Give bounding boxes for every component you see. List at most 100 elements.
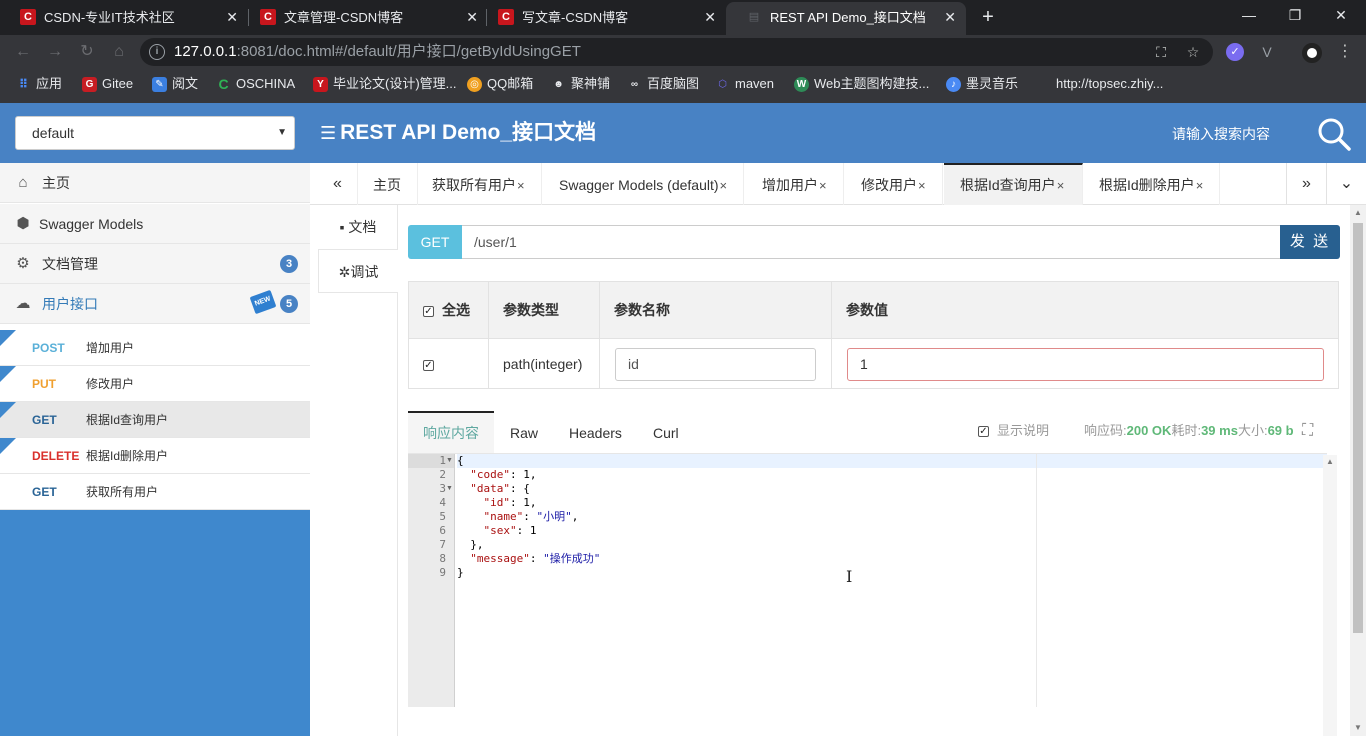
close-icon[interactable]: × [1057, 178, 1065, 193]
fold-arrow-icon[interactable]: ▼ [446, 457, 453, 464]
row-select[interactable]: ✓ [409, 339, 489, 389]
response-editor[interactable]: 1 ▼ 2 3 ▼ 4 5 6 7 8 9 { "code": 1, "data":… [408, 453, 1327, 707]
close-icon[interactable]: ✕ [466, 0, 478, 35]
new-badge-icon: NEW [249, 289, 277, 315]
tab-add-user[interactable]: 增加用户× [746, 163, 844, 205]
tab-curl[interactable]: Curl [638, 411, 694, 453]
menu-fold-icon[interactable]: ☰ [320, 103, 336, 163]
bookmark-label: Gitee [102, 76, 134, 91]
fold-arrow-icon[interactable]: ▼ [446, 485, 453, 492]
tab-list-users[interactable]: 获取所有用户× [416, 163, 542, 205]
new-tab-button[interactable]: + [976, 5, 1000, 29]
star-icon[interactable]: ☆ [1184, 43, 1202, 61]
checkbox-checked-icon[interactable]: ✓ [423, 359, 434, 371]
bookmark-web[interactable]: W Web主题图构建技... [794, 69, 929, 99]
select-all-header[interactable]: ✓ 全选 [409, 282, 489, 338]
close-icon[interactable]: ✕ [226, 0, 238, 35]
tab-update-user[interactable]: 修改用户× [845, 163, 943, 205]
api-item-list-users[interactable]: GET 获取所有用户 [0, 474, 310, 510]
tab-delete-user[interactable]: 根据Id删除用户× [1083, 163, 1221, 205]
browser-tab-active[interactable]: ▤ REST API Demo_接口文档 ✕ [726, 2, 966, 35]
tab-headers[interactable]: Headers [554, 411, 637, 453]
reload-icon[interactable]: ↻ [76, 41, 98, 63]
bookmark-music[interactable]: ♪ 墨灵音乐 [946, 69, 1018, 99]
request-url-input[interactable]: /user/1 [462, 225, 1282, 259]
tab-label: Swagger Models (default) [559, 177, 719, 193]
tab-doc[interactable]: ▪ 文档 [318, 205, 398, 249]
forward-icon[interactable]: → [44, 41, 66, 63]
show-desc-toggle[interactable]: ✓ 显示说明 [978, 411, 1049, 451]
param-name-input[interactable]: id [615, 348, 816, 381]
close-icon[interactable]: ✕ [944, 2, 956, 33]
url-field[interactable]: i 127.0.0.1:8081/doc.html#/default/用户接口/… [140, 38, 1213, 66]
tab-raw[interactable]: Raw [495, 411, 553, 453]
close-icon[interactable]: × [819, 178, 827, 193]
tabs-scroll-right-icon[interactable]: » [1286, 163, 1326, 205]
browser-tab-title: 写文章-CSDN博客 [522, 10, 629, 25]
search-input[interactable]: 请输入搜索内容 [1172, 103, 1270, 166]
editor-scrollbar[interactable]: ▲ [1323, 455, 1337, 736]
translate-icon[interactable]: ⛶ [1152, 43, 1170, 61]
page-scrollbar[interactable]: ▲ ▼ [1350, 205, 1366, 736]
bookmark-topsec[interactable]: http://topsec.zhiy... [1036, 69, 1163, 99]
tab-home[interactable]: 主页 [357, 163, 418, 205]
api-item-get-user-by-id[interactable]: GET 根据Id查询用户 [0, 402, 310, 438]
sidebar-item-home[interactable]: ⌂ 主页 [0, 163, 310, 203]
checkbox-checked-icon[interactable]: ✓ [423, 305, 434, 317]
tabs-menu-chevron-icon[interactable]: ⌄ [1326, 163, 1366, 205]
close-icon[interactable]: × [1196, 178, 1204, 193]
send-button[interactable]: 发 送 [1280, 225, 1340, 259]
tabs-scroll-left-icon[interactable]: « [318, 163, 358, 205]
bookmark-naotu[interactable]: ∞ 百度脑图 [627, 69, 699, 99]
close-icon[interactable]: × [720, 178, 728, 193]
api-item-add-user[interactable]: POST 增加用户 [0, 330, 310, 366]
bookmark-thesis[interactable]: Y 毕业论文(设计)管理... [313, 69, 457, 99]
home-icon[interactable]: ⌂ [108, 41, 130, 63]
browser-tab[interactable]: C CSDN-专业IT技术社区 ✕ [0, 0, 248, 35]
fullscreen-icon[interactable]: ⛶ [1302, 411, 1313, 451]
api-item-delete-user[interactable]: DELETE 根据Id删除用户 [0, 438, 310, 474]
sidebar-item-swagger-models[interactable]: ⬢ Swagger Models [0, 204, 310, 244]
tab-swagger-models[interactable]: Swagger Models (default)× [543, 163, 745, 205]
scroll-up-icon[interactable]: ▲ [1350, 205, 1366, 221]
bookmark-maven[interactable]: ⬡ maven [715, 69, 774, 99]
api-item-update-user[interactable]: PUT 修改用户 [0, 366, 310, 402]
bookmark-label: 聚神铺 [571, 76, 611, 91]
more-menu-icon[interactable]: ⋮ [1336, 43, 1354, 61]
bookmark-apps[interactable]: ⠿ 应用 [16, 69, 62, 99]
browser-tab[interactable]: C 写文章-CSDN博客 ✕ [478, 0, 726, 35]
profile-avatar[interactable] [1302, 43, 1322, 63]
info-icon[interactable]: i [149, 44, 165, 60]
scrollbar-thumb[interactable] [1353, 223, 1363, 633]
close-icon[interactable]: × [918, 178, 926, 193]
tab-label: 根据Id删除用户 [1099, 177, 1195, 193]
close-window-icon[interactable]: ✕ [1318, 0, 1364, 30]
tab-response-content[interactable]: 响应内容 [408, 411, 494, 453]
response-json[interactable]: { "code": 1, "data": { "id": 1, "name": … [457, 454, 1327, 707]
back-icon[interactable]: ← [12, 41, 34, 63]
bookmark-jushen[interactable]: ☻ 聚神铺 [551, 69, 610, 99]
search-icon[interactable] [1317, 117, 1351, 151]
minimize-icon[interactable]: — [1226, 0, 1272, 30]
browser-tab[interactable]: C 文章管理-CSDN博客 ✕ [240, 0, 488, 35]
bookmarks-bar: ⠿ 应用 G Gitee ✎ 阅文 C OSCHINA Y 毕业论文(设计)管理... ◎… [0, 69, 1366, 103]
document-icon: ▤ [748, 11, 760, 23]
tab-debug[interactable]: ✲调试 [318, 249, 399, 293]
param-value-input[interactable]: 1 [847, 348, 1324, 381]
close-icon[interactable]: ✕ [704, 0, 716, 35]
group-select[interactable]: default ▼ [15, 116, 295, 150]
bookmark-oschina[interactable]: C OSCHINA [216, 69, 295, 99]
close-icon[interactable]: × [517, 178, 525, 193]
extension-check-icon[interactable]: ✓ [1226, 43, 1244, 61]
restore-icon[interactable]: ❐ [1272, 0, 1318, 30]
sidebar-item-doc-manage[interactable]: ⚙ 文档管理 3 [0, 244, 310, 284]
bookmark-qqmail[interactable]: ◎ QQ邮箱 [467, 69, 533, 99]
sidebar-item-user-api[interactable]: ☁ 用户接口 NEW 5 [0, 284, 310, 324]
bookmark-gitee[interactable]: G Gitee [82, 69, 133, 99]
scroll-up-icon[interactable]: ▲ [1323, 457, 1337, 466]
checkbox-checked-icon[interactable]: ✓ [978, 426, 989, 438]
extension-v-icon[interactable]: V [1258, 43, 1276, 61]
scroll-down-icon[interactable]: ▼ [1350, 720, 1366, 736]
tab-get-user-by-id[interactable]: 根据Id查询用户× [944, 163, 1083, 205]
bookmark-yuewen[interactable]: ✎ 阅文 [152, 69, 198, 99]
